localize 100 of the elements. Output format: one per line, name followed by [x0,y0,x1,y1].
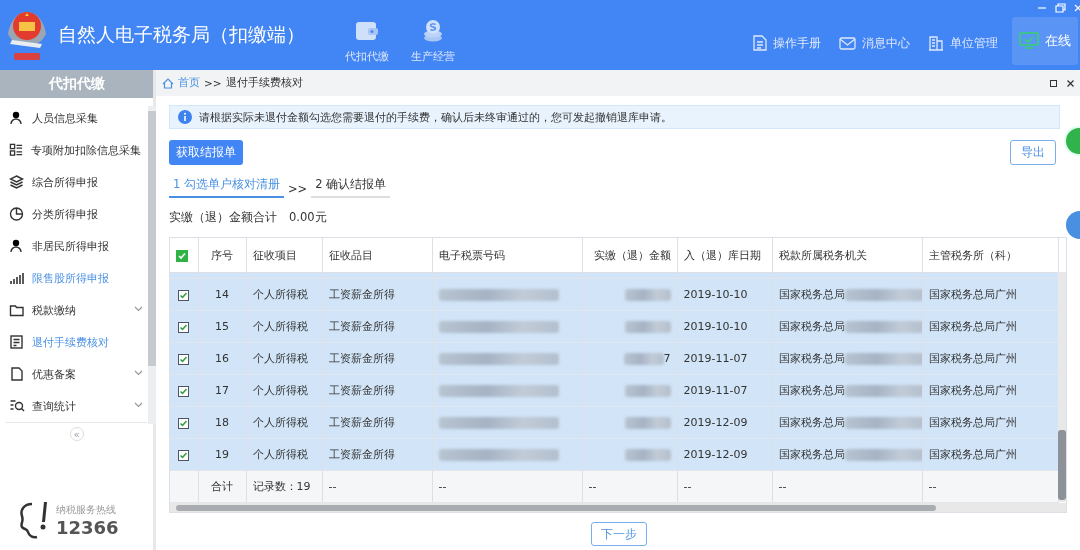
export-button[interactable]: 导出 [1010,140,1056,165]
app-title: 自然人电子税务局（扣缴端） [58,22,305,47]
row-checkbox[interactable] [178,321,190,333]
sidebar-item[interactable]: 综合所得申报 [0,166,147,198]
table-cell: 2019-12-09 [683,416,748,429]
table-cell: 2019-12-09 [683,448,748,461]
table-cell: 15 [215,320,229,333]
row-checkbox[interactable] [178,449,190,461]
next-step-button[interactable]: 下一步 [590,522,647,546]
footer-cell: -- [778,480,787,493]
select-all-checkbox[interactable] [176,249,188,262]
search-list-icon [9,398,25,414]
breadcrumb-current: 退付手续费核对 [225,76,303,90]
breadcrumb-link[interactable]: 首页 [178,76,200,90]
table-cell: 国家税务总局广州 [928,352,1017,365]
online-status[interactable]: 在线 [1012,17,1078,65]
table-cell: 2019-10-10 [683,320,748,333]
table-cell: 个人所得税 [252,384,308,397]
footer-cell: 合计 [211,480,233,493]
table-cell: 国家税务总局广州 [928,320,1017,333]
chevron-down-icon [134,306,143,312]
toolbar-link[interactable]: 操作手册 [753,35,821,51]
fetch-report-button[interactable]: 获取结报单 [169,140,243,165]
info-text: 请根据实际未退付金额勾选您需要退付的手续费，确认后未终审通过的，您可发起撤销退库申请。 [199,109,672,125]
table-cell: 18 [215,416,229,429]
person-icon [9,110,25,126]
chevron-down-icon [134,402,143,408]
person-icon [9,238,25,254]
column-header: 主管税务所（科） [928,248,1017,262]
table-cell: 工资薪金所得 [328,288,395,301]
status-label: 在线 [1045,32,1071,50]
table-cell: 16 [215,352,229,365]
table-cell: 个人所得税 [252,416,308,429]
sidebar-item[interactable]: 限售股所得申报 [0,262,147,294]
column-header: 征收项目 [252,248,297,262]
folder-icon [9,302,25,318]
step-tab[interactable]: 2 确认结报单 [311,177,391,198]
table-cell: 个人所得税 [252,352,308,365]
footer-cell: -- [683,480,692,493]
home-icon [162,77,174,89]
table-cell: 国家税务总局广州 [928,288,1017,301]
sidebar-title: 代扣代缴 [0,70,153,98]
sidebar-item[interactable]: 退付手续费核对 [0,326,147,358]
table-cell: 国家税务总局 [778,320,845,333]
step-separator: >> [288,182,308,198]
hotline-label: 纳税服务热线 [56,502,117,517]
info-icon [178,110,192,124]
table-cell: 国家税务总局广州 [928,384,1017,397]
table-cell: 国家税务总局广州 [928,448,1017,461]
column-header: 入（退）库日期 [683,248,761,262]
maximize-icon[interactable] [1050,79,1057,87]
restore-icon[interactable] [1055,3,1066,13]
step-tab[interactable]: 1 勾选单户核对清册 [169,177,284,198]
building-icon [928,35,944,51]
total-value: 0.00元 [289,210,327,225]
footer-cell: 记录数：19 [252,480,311,493]
row-checkbox[interactable] [178,417,190,429]
mail-icon [839,36,856,50]
toolbar-link[interactable]: 消息中心 [839,35,910,51]
footer-cell: -- [328,480,337,493]
nav-button[interactable]: 生产经营 [411,6,455,64]
pie-chart-icon [9,206,25,222]
table-cell: 工资薪金所得 [328,416,395,429]
document-icon [753,35,767,51]
sidebar-item[interactable]: 非居民所得申报 [0,230,147,262]
toolbar-link[interactable]: 单位管理 [928,35,998,51]
footer-cell: -- [438,480,447,493]
row-checkbox[interactable] [178,353,190,365]
column-header: 序号 [211,248,233,262]
collapse-button[interactable]: « [69,427,84,441]
close-icon[interactable] [1067,79,1074,87]
table-cell: 工资薪金所得 [328,320,395,333]
monitor-icon [1019,32,1039,50]
table-cell: 17 [215,384,229,397]
bar-chart-icon [9,270,25,286]
table-cell: 19 [215,448,229,461]
table-cell: 个人所得税 [252,288,308,301]
row-checkbox[interactable] [178,289,190,301]
total-label: 实缴（退）金额合计 [169,210,277,225]
sidebar-item[interactable]: 人员信息采集 [0,102,147,134]
column-header: 电子税票号码 [438,248,505,262]
breadcrumb-separator: >> [204,77,222,89]
table-cell: 工资薪金所得 [328,384,395,397]
nav-button[interactable]: 代扣代缴 [345,6,389,64]
table-cell: 国家税务总局 [778,384,845,397]
sidebar-item[interactable]: 查询统计 [0,390,147,422]
table-cell: 2019-10-10 [683,288,748,301]
table-cell: 工资薪金所得 [328,448,395,461]
table-cell: 2019-11-07 [683,384,748,397]
list-icon [9,142,24,158]
sidebar-item[interactable]: 专项附加扣除信息采集 [0,134,147,166]
sidebar-item[interactable]: 税款缴纳 [0,294,147,326]
footer-cell: -- [588,480,597,493]
hotline-number: 12366 [56,516,119,538]
sidebar-item[interactable]: 优惠备案 [0,358,147,390]
sidebar-item[interactable]: 分类所得申报 [0,198,147,230]
row-checkbox[interactable] [178,385,190,397]
table-cell: 国家税务总局 [778,448,845,461]
table-cell: 个人所得税 [252,448,308,461]
table-cell: 国家税务总局 [778,288,845,301]
